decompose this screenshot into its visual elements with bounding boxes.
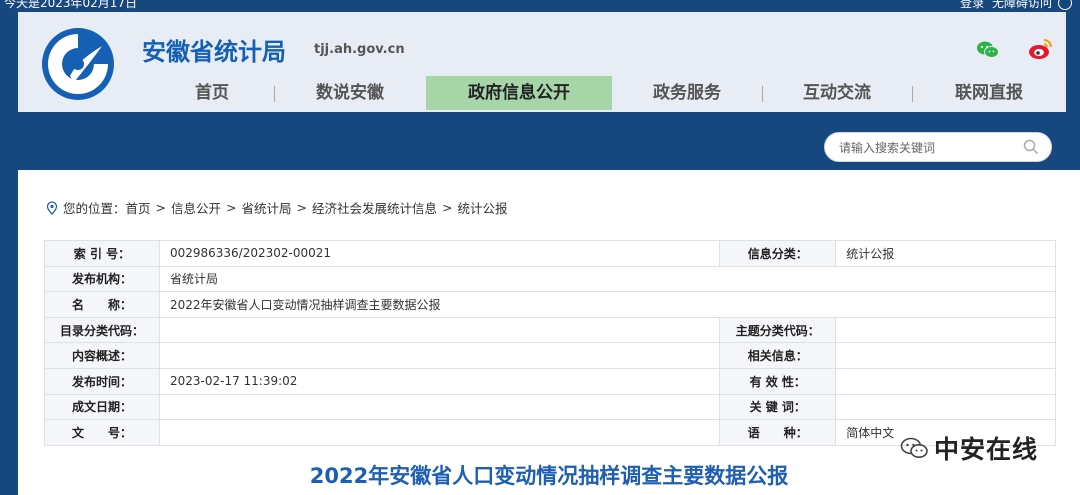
site-logo[interactable] <box>40 26 116 102</box>
meta-label: 目录分类代码： <box>44 316 160 344</box>
breadcrumb: 您的位置： 首页 > 信息公开 > 省统计局 > 经济社会发展统计信息 > 统计… <box>46 198 508 217</box>
nav-data-anhui[interactable]: 数说安徽 <box>274 76 426 110</box>
breadcrumb-item[interactable]: 省统计局 <box>242 198 292 217</box>
location-pin-icon <box>46 200 58 215</box>
meta-label: 成文日期： <box>44 393 160 421</box>
search-input[interactable] <box>839 139 1019 157</box>
left-border <box>0 12 18 495</box>
breadcrumb-separator: > <box>155 200 167 215</box>
meta-label: 主题分类代码： <box>719 316 837 344</box>
meta-label: 发布时间： <box>44 367 160 395</box>
search-box[interactable] <box>824 132 1052 162</box>
table-row: 内容概述： 相关信息： <box>44 342 1056 369</box>
meta-value: 2022年安徽省人口变动情况抽样调查主要数据公报 <box>158 291 1057 318</box>
barrier-free-link[interactable]: 无障碍访问 <box>992 0 1052 10</box>
table-row: 发布时间： 2023-02-17 11:39:02 有 效 性： <box>44 367 1056 395</box>
watermark: 中安在线 <box>900 430 1038 466</box>
meta-value <box>835 342 1056 369</box>
right-border <box>1066 12 1080 112</box>
nav-online-report[interactable]: 联网直报 <box>912 76 1066 110</box>
nav-gov-services[interactable]: 政务服务 <box>612 76 762 110</box>
nav-interaction[interactable]: 互动交流 <box>762 76 912 110</box>
breadcrumb-item[interactable]: 经济社会发展统计信息 <box>312 198 437 217</box>
meta-label: 名 称： <box>44 291 160 318</box>
search-icon[interactable] <box>1023 139 1039 155</box>
breadcrumb-prefix: 您的位置： <box>63 201 126 216</box>
weibo-icon[interactable] <box>1028 36 1054 62</box>
breadcrumb-separator: > <box>226 200 237 215</box>
table-row: 名 称： 2022年安徽省人口变动情况抽样调查主要数据公报 <box>44 291 1057 318</box>
top-links: 登录 无障碍访问 <box>956 0 1052 11</box>
meta-label: 语 种： <box>719 419 837 446</box>
meta-label: 信息分类： <box>719 240 837 267</box>
meta-value <box>158 393 721 421</box>
site-domain: tjj.ah.gov.cn <box>314 42 405 57</box>
meta-label: 内容概述： <box>44 342 160 369</box>
meta-value <box>158 316 721 344</box>
breadcrumb-separator: > <box>442 200 453 215</box>
meta-label: 文 号： <box>44 419 160 446</box>
breadcrumb-separator: > <box>296 200 308 215</box>
meta-value <box>835 316 1056 344</box>
meta-value <box>835 393 1056 421</box>
meta-value <box>835 367 1056 395</box>
breadcrumb-item[interactable]: 信息公开 <box>171 198 221 217</box>
accessibility-icon[interactable] <box>1058 0 1072 10</box>
site-title[interactable]: 安徽省统计局 <box>142 32 286 67</box>
main-nav: 首页 数说安徽 政府信息公开 政务服务 互动交流 联网直报 <box>122 76 1066 110</box>
meta-label: 关 键 词： <box>719 393 837 421</box>
table-row: 成文日期： 关 键 词： <box>44 393 1056 421</box>
meta-value <box>158 342 721 369</box>
site-header: 安徽省统计局 tjj.ah.gov.cn 首页 数说安徽 政府信息公开 政务服务… <box>18 12 1066 112</box>
search-band <box>18 112 1080 170</box>
login-link[interactable]: 登录 <box>960 0 984 10</box>
current-date: 今天是2023年02月17日 <box>4 0 138 10</box>
watermark-text: 中安在线 <box>934 435 1039 464</box>
meta-value: 002986336/202302-00021 <box>158 240 721 267</box>
meta-label: 有 效 性： <box>719 367 837 395</box>
breadcrumb-item[interactable]: 首页 <box>126 198 151 217</box>
table-row: 发布机构： 省统计局 <box>44 265 1057 293</box>
table-row: 索 引 号： 002986336/202302-00021 信息分类： 统计公报 <box>44 240 1056 267</box>
document-meta-table: 索 引 号： 002986336/202302-00021 信息分类： 统计公报… <box>44 240 1057 446</box>
wechat-icon[interactable] <box>976 40 1000 60</box>
wechat-watermark-icon <box>900 437 928 458</box>
meta-value: 统计公报 <box>835 240 1056 267</box>
meta-label: 相关信息： <box>719 342 837 369</box>
top-bar: 今天是2023年02月17日 登录 无障碍访问 <box>0 0 1080 12</box>
nav-gov-info[interactable]: 政府信息公开 <box>426 76 612 110</box>
meta-value: 省统计局 <box>158 265 1057 293</box>
meta-label: 发布机构： <box>44 265 160 293</box>
meta-value <box>158 419 721 446</box>
meta-value: 2023-02-17 11:39:02 <box>158 367 721 395</box>
table-row: 目录分类代码： 主题分类代码： <box>44 316 1056 344</box>
breadcrumb-item[interactable]: 统计公报 <box>458 198 508 217</box>
meta-label: 索 引 号： <box>44 240 160 267</box>
